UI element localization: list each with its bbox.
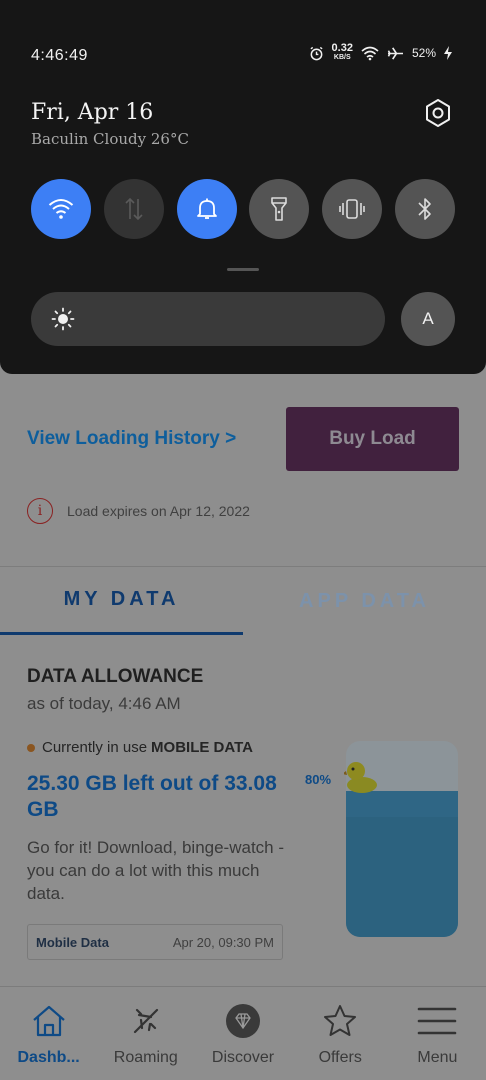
nav-label-discover: Discover (211, 1049, 275, 1066)
vibrate-icon (339, 199, 365, 219)
in-use-prefix: Currently in use (42, 739, 148, 756)
qs-vibrate-toggle[interactable] (322, 179, 383, 239)
star-icon (320, 1001, 360, 1041)
status-bar-icons: 0.32 KB/S 52% (309, 42, 452, 62)
data-allowance-timestamp: as of today, 4:46 AM (27, 694, 181, 713)
diamond-icon (223, 1001, 263, 1041)
nav-offers[interactable]: Offers (292, 987, 389, 1080)
load-expiry-notice: i Load expires on Apr 12, 2022 (27, 498, 250, 524)
hamburger-menu-icon (417, 1001, 457, 1041)
qs-sound-toggle[interactable] (176, 179, 237, 239)
brightness-sun-icon (51, 307, 75, 331)
brightness-slider[interactable] (31, 292, 385, 346)
load-expiry-text: Load expires on Apr 12, 2022 (67, 503, 250, 519)
data-percent-label: 80% (305, 772, 332, 787)
wifi-icon (48, 199, 74, 219)
settings-gear-icon[interactable] (423, 98, 453, 128)
qs-mobile-data-toggle[interactable] (103, 179, 164, 239)
qs-bluetooth-toggle[interactable] (394, 179, 455, 239)
water-shade (346, 817, 458, 937)
rubber-duck-icon (344, 762, 377, 793)
plan-label: Mobile Data (36, 934, 109, 950)
currently-in-use: Currently in use MOBILE DATA (27, 739, 253, 756)
network-speed-unit: KB/S (333, 54, 351, 61)
airplane-icon (126, 1001, 166, 1041)
buy-load-button[interactable]: Buy Load (286, 407, 459, 471)
bell-icon (196, 198, 217, 219)
status-bar-time: 4:46:49 (31, 47, 88, 64)
nav-label-dashboard: Dashb... (17, 1049, 80, 1066)
flashlight-icon (271, 197, 288, 221)
shade-date: Fri, Apr 16 (31, 100, 154, 125)
network-speed: 0.32 KB/S (331, 42, 353, 62)
auto-brightness-button[interactable]: A (401, 292, 455, 346)
nav-label-roaming: Roaming (113, 1049, 178, 1066)
data-remaining: 25.30 GB left out of 33.08 GB (27, 772, 277, 821)
wifi-status-icon (361, 46, 379, 60)
data-tabs: MY DATA APP DATA (0, 567, 486, 635)
nav-roaming[interactable]: Roaming (97, 987, 194, 1080)
charging-icon (444, 46, 452, 60)
network-speed-value: 0.32 (331, 42, 353, 54)
airplane-mode-icon (387, 46, 403, 60)
info-icon: i (27, 498, 53, 524)
home-icon (29, 1001, 69, 1041)
nav-menu[interactable]: Menu (389, 987, 486, 1080)
alarm-icon (310, 46, 323, 60)
tab-app-data[interactable]: APP DATA (243, 567, 486, 635)
nav-label-offers: Offers (318, 1049, 362, 1066)
quick-settings-row (31, 179, 455, 239)
bluetooth-icon (418, 198, 431, 220)
battery-percent: 52% (411, 46, 436, 60)
shade-weather: Baculin Cloudy 26°C (31, 130, 189, 148)
qs-flashlight-toggle[interactable] (249, 179, 310, 239)
bottom-navigation: Dashb... Roaming Discover Offers Menu (0, 986, 486, 1080)
data-message: Go for it! Download, binge-watch - you c… (27, 838, 285, 903)
tab-my-data[interactable]: MY DATA (0, 567, 243, 635)
mobile-data-icon (125, 197, 143, 221)
plan-row[interactable]: Mobile Data Apr 20, 09:30 PM (27, 924, 283, 960)
status-dot-icon (27, 743, 35, 752)
in-use-type: MOBILE DATA (151, 739, 253, 756)
nav-discover[interactable]: Discover (194, 987, 291, 1080)
view-loading-history-link[interactable]: View Loading History > (27, 428, 236, 450)
data-allowance-title: DATA ALLOWANCE (27, 666, 204, 687)
nav-label-menu: Menu (417, 1049, 458, 1066)
plan-expiry: Apr 20, 09:30 PM (172, 934, 274, 950)
nav-dashboard[interactable]: Dashb... (0, 987, 97, 1080)
shade-drag-handle[interactable] (227, 268, 259, 271)
qs-wifi-toggle[interactable] (31, 179, 91, 239)
notification-shade: 4:46:49 0.32 KB/S 52% Fri, Apr 16 Baculi… (0, 0, 486, 374)
